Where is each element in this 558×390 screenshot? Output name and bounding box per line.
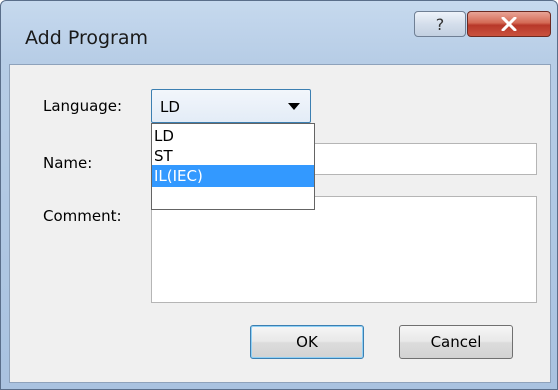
help-button[interactable]: ? xyxy=(414,11,466,37)
close-x-icon xyxy=(501,17,517,31)
language-select-value: LD xyxy=(160,98,180,116)
dropdown-option-st[interactable]: ST xyxy=(152,145,314,167)
language-dropdown-list: LD ST IL(IEC) xyxy=(151,123,315,210)
comment-field[interactable] xyxy=(151,196,537,303)
cancel-button[interactable]: Cancel xyxy=(399,325,513,359)
close-button[interactable] xyxy=(467,11,551,37)
comment-label: Comment: xyxy=(43,207,122,225)
comment-label-text: Comment: xyxy=(43,207,122,225)
dialog-body: Language: LD Name: Comment: OK Cancel LD… xyxy=(9,64,551,383)
ok-button[interactable]: OK xyxy=(250,325,364,359)
chevron-down-icon xyxy=(288,103,300,110)
question-mark-icon: ? xyxy=(435,14,445,34)
language-select[interactable]: LD xyxy=(151,89,311,123)
window-title: Add Program xyxy=(25,27,148,49)
language-label: Language: xyxy=(43,97,122,115)
name-label: Name: xyxy=(43,154,92,172)
name-label-text: Name: xyxy=(43,154,93,172)
dropdown-option-il-iec[interactable]: IL(IEC) xyxy=(152,165,314,187)
dialog-window: Add Program ? Language: LD Name: Comment… xyxy=(0,0,558,390)
language-label-text: Language: xyxy=(43,97,123,115)
dropdown-option-ld[interactable]: LD xyxy=(152,125,314,147)
